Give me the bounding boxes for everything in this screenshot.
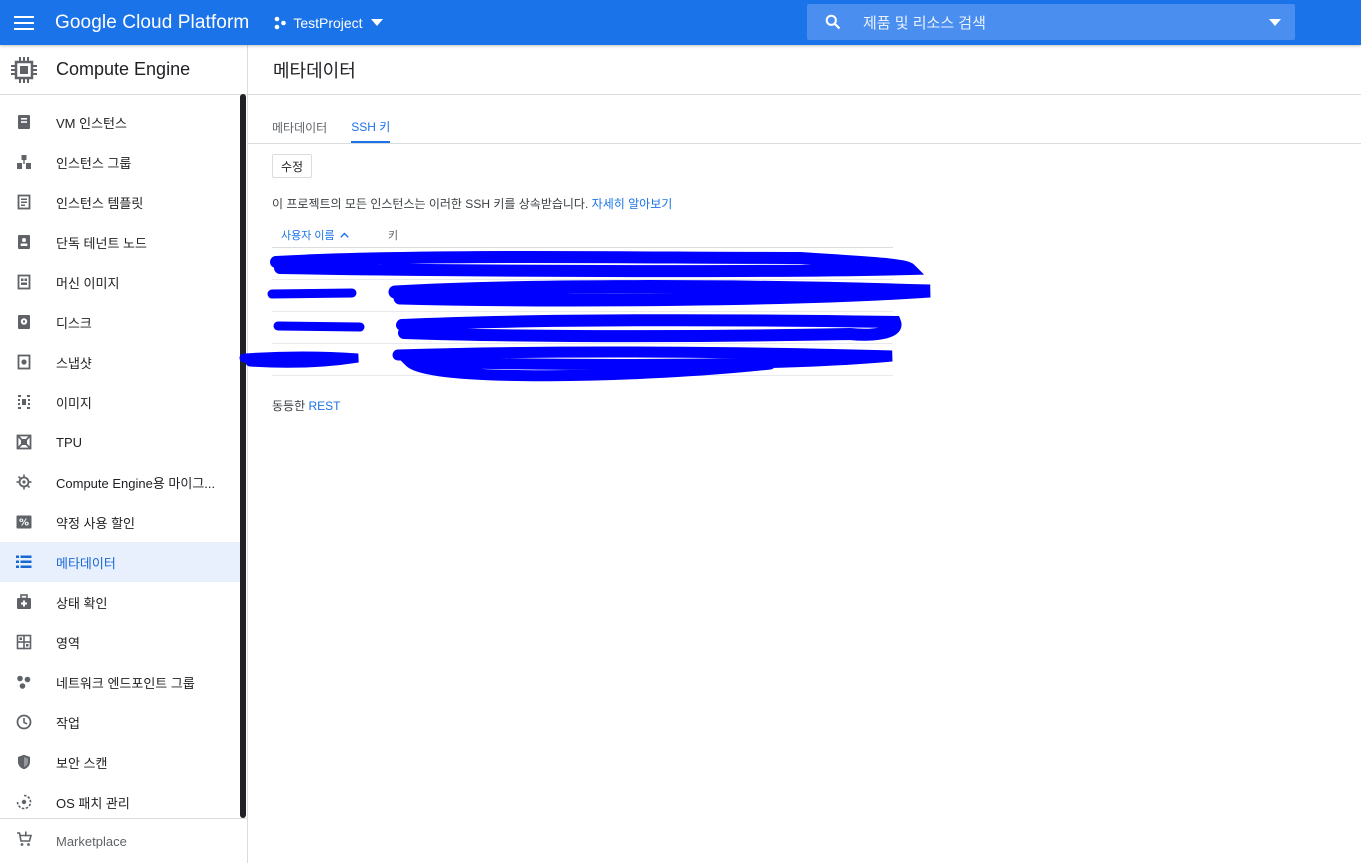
- brand-title[interactable]: Google Cloud Platform: [55, 12, 249, 34]
- sidebar-item-label: 약정 사용 할인: [56, 515, 135, 531]
- percent-icon: %: [16, 514, 32, 530]
- sidebar-item-label: Marketplace: [56, 833, 127, 849]
- sidebar-item-snapshots[interactable]: 스냅샷: [0, 342, 240, 382]
- sidebar-item-instance-groups[interactable]: 인스턴스 그룹: [0, 142, 240, 182]
- compute-engine-chip-icon: [11, 56, 37, 83]
- sidebar-item-zones[interactable]: 영역: [0, 622, 240, 662]
- instance-template-icon: [16, 194, 32, 210]
- sidebar-item-network-endpoint-groups[interactable]: 네트워크 엔드포인트 그룹: [0, 662, 240, 702]
- search-icon: [825, 14, 841, 30]
- sidebar-item-images[interactable]: 이미지: [0, 382, 240, 422]
- sidebar-item-os-patch-management[interactable]: OS 패치 관리: [0, 782, 240, 822]
- sidebar-item-metadata[interactable]: 메타데이터: [0, 542, 240, 582]
- sidebar-item-health-checks[interactable]: 상태 확인: [0, 582, 240, 622]
- sidebar-item-label: 단독 테넌트 노드: [56, 235, 147, 251]
- sidebar-item-label: 영역: [56, 635, 80, 651]
- sidebar-item-disks[interactable]: 디스크: [0, 302, 240, 342]
- sidebar-item-security-scan[interactable]: 보안 스캔: [0, 742, 240, 782]
- os-patch-icon: [16, 794, 32, 810]
- disk-icon: [16, 314, 32, 330]
- sidebar-item-machine-images[interactable]: 머신 이미지: [0, 262, 240, 302]
- clock-icon: [16, 714, 32, 730]
- sidebar-nav: VM 인스턴스 인스턴스 그룹 인스턴스 템플릿 단독 테넌트 노드 머신 이미…: [0, 95, 247, 822]
- sidebar-item-label: Compute Engine용 마이그...: [56, 475, 216, 491]
- sidebar-item-label: TPU: [56, 434, 82, 450]
- instance-group-icon: [16, 154, 32, 170]
- equivalent-rest: 동등한 REST: [272, 397, 340, 414]
- sidebar-item-label: 인스턴스 그룹: [56, 155, 132, 171]
- table-row: [272, 280, 893, 312]
- migrate-icon: [16, 474, 32, 490]
- chevron-down-icon: [370, 19, 383, 26]
- svg-text:%: %: [19, 518, 29, 529]
- sidebar-item-vm-instances[interactable]: VM 인스턴스: [0, 102, 240, 142]
- column-header-label: 사용자 이름: [281, 230, 335, 242]
- sidebar-item-instance-templates[interactable]: 인스턴스 템플릿: [0, 182, 240, 222]
- menu-icon: [14, 15, 34, 30]
- sidebar-item-label: 인스턴스 템플릿: [56, 195, 144, 211]
- image-icon: [16, 394, 32, 410]
- description-text: 이 프로젝트의 모든 인스턴스는 이러한 SSH 키를 상속받습니다.: [272, 197, 589, 211]
- sidebar-item-label: 디스크: [56, 315, 92, 331]
- tab-divider: [248, 143, 1361, 144]
- sidebar-item-label: 작업: [56, 715, 80, 731]
- sidebar-item-tpu[interactable]: TPU: [0, 422, 240, 462]
- search-bar[interactable]: 제품 및 리소스 검색: [807, 4, 1295, 40]
- search-dropdown-icon[interactable]: [1269, 18, 1281, 26]
- table-row: [272, 248, 893, 280]
- project-name: TestProject: [293, 14, 363, 31]
- search-input[interactable]: 제품 및 리소스 검색: [863, 12, 1255, 33]
- sidebar-item-sole-tenant-nodes[interactable]: 단독 테넌트 노드: [0, 222, 240, 262]
- ssh-keys-table: 사용자 이름 키: [272, 223, 893, 376]
- vm-instance-icon: [16, 114, 32, 130]
- metadata-list-icon: [16, 554, 32, 570]
- sidebar-item-label: VM 인스턴스: [56, 115, 127, 131]
- sort-ascending-icon: [339, 232, 349, 238]
- shield-icon: [16, 754, 32, 770]
- top-bar: Google Cloud Platform TestProject 제품 및 리…: [0, 0, 1361, 45]
- sidebar-item-label: 상태 확인: [56, 595, 108, 611]
- rest-link[interactable]: REST: [308, 399, 340, 413]
- tab-ssh-keys[interactable]: SSH 키: [351, 111, 391, 143]
- sidebar-item-committed-use-discounts[interactable]: % 약정 사용 할인: [0, 502, 240, 542]
- sidebar: Compute Engine VM 인스턴스 인스턴스 그룹 인스턴스 템플릿 …: [0, 45, 248, 863]
- tpu-icon: [16, 434, 32, 450]
- sidebar-item-label: OS 패치 관리: [56, 795, 130, 811]
- column-header-key: 키: [388, 230, 399, 242]
- project-selector[interactable]: TestProject: [273, 0, 383, 45]
- project-dots-icon: [275, 16, 287, 29]
- learn-more-link[interactable]: 자세히 알아보기: [592, 197, 673, 211]
- snapshot-icon: [16, 354, 32, 370]
- main-content: 메타데이터 메타데이터 SSH 키 수정 이 프로젝트의 모든 인스턴스는 이러…: [248, 45, 1361, 863]
- sidebar-scrollbar[interactable]: [240, 94, 246, 818]
- sidebar-item-label: 이미지: [56, 395, 92, 411]
- sidebar-item-marketplace[interactable]: Marketplace: [0, 818, 247, 863]
- rest-prefix: 동등한: [272, 399, 306, 413]
- machine-image-icon: [16, 274, 32, 290]
- tab-bar: 메타데이터 SSH 키: [272, 111, 414, 143]
- table-row: [272, 344, 893, 376]
- sidebar-item-label: 보안 스캔: [56, 755, 108, 771]
- sole-tenant-node-icon: [16, 234, 32, 250]
- sidebar-item-operations[interactable]: 작업: [0, 702, 240, 742]
- network-endpoint-icon: [16, 674, 32, 690]
- zone-icon: [16, 634, 32, 650]
- sidebar-item-label: 스냅샷: [56, 355, 92, 371]
- tab-metadata[interactable]: 메타데이터: [272, 111, 327, 143]
- table-header: 사용자 이름 키: [272, 223, 893, 248]
- sidebar-item-migrate[interactable]: Compute Engine용 마이그...: [0, 462, 240, 502]
- sidebar-item-label: 메타데이터: [56, 555, 116, 571]
- health-check-icon: [16, 594, 32, 610]
- edit-button[interactable]: 수정: [272, 154, 312, 178]
- sidebar-item-label: 네트워크 엔드포인트 그룹: [56, 675, 195, 691]
- cart-icon: [16, 831, 33, 852]
- ssh-description: 이 프로젝트의 모든 인스턴스는 이러한 SSH 키를 상속받습니다. 자세히 …: [272, 195, 672, 212]
- column-header-username[interactable]: 사용자 이름: [272, 227, 388, 243]
- product-title: Compute Engine: [56, 59, 191, 79]
- page-title: 메타데이터: [248, 45, 1361, 95]
- sidebar-item-label: 머신 이미지: [56, 275, 120, 291]
- sidebar-header: Compute Engine: [0, 45, 247, 95]
- hamburger-menu-button[interactable]: [1, 0, 47, 45]
- table-row: [272, 312, 893, 344]
